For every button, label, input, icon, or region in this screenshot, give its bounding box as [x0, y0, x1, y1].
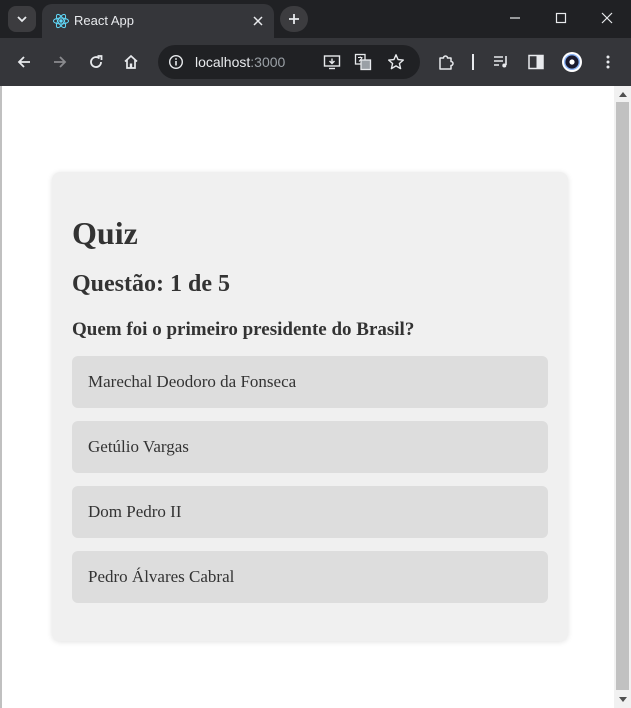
- reload-icon: [90, 55, 103, 68]
- more-vertical-icon: [606, 55, 610, 69]
- info-icon: [168, 54, 184, 70]
- forward-button[interactable]: [46, 48, 74, 76]
- question-counter: Questão: 1 de 5: [72, 271, 230, 297]
- translate-icon: [354, 53, 372, 71]
- answer-option[interactable]: Marechal Deodoro da Fonseca: [72, 356, 548, 408]
- quiz-card: Quiz Questão: 1 de 5 Quem foi o primeiro…: [52, 172, 568, 641]
- profile-avatar-icon: [562, 52, 582, 72]
- browser-tab[interactable]: React App: [42, 4, 274, 38]
- arrow-right-icon: [54, 56, 67, 68]
- reading-list-button[interactable]: [487, 48, 515, 76]
- url-host: localhost: [195, 54, 251, 70]
- minimize-icon: [510, 17, 520, 19]
- maximize-icon: [555, 12, 567, 24]
- new-tab-button[interactable]: [280, 6, 308, 32]
- chevron-down-icon: [17, 16, 27, 23]
- scroll-up-button[interactable]: [614, 86, 631, 102]
- bookmark-button[interactable]: [384, 50, 408, 74]
- back-button[interactable]: [10, 48, 38, 76]
- vertical-scrollbar[interactable]: [614, 86, 631, 708]
- react-logo-icon: [53, 13, 69, 29]
- question-text: Quem foi o primeiro presidente do Brasil…: [72, 319, 415, 340]
- minimize-button[interactable]: [492, 4, 538, 32]
- home-icon: [124, 54, 138, 69]
- url-port: :3000: [250, 54, 286, 70]
- browser-toolbar: localhost:3000: [0, 38, 631, 86]
- maximize-button[interactable]: [538, 4, 584, 32]
- media-queue-icon: [494, 56, 507, 68]
- arrow-left-icon: [17, 56, 30, 68]
- install-app-icon: [323, 55, 341, 70]
- site-info-button[interactable]: [164, 50, 188, 74]
- home-button[interactable]: [117, 48, 145, 76]
- address-bar[interactable]: localhost:3000: [158, 45, 420, 79]
- triangle-up-icon: [618, 92, 627, 97]
- tab-title: React App: [74, 13, 134, 28]
- answer-option[interactable]: Getúlio Vargas: [72, 421, 548, 473]
- translate-button[interactable]: [351, 50, 375, 74]
- plus-icon: [289, 14, 299, 24]
- side-panel-icon: [528, 54, 544, 70]
- scrollbar-thumb[interactable]: [616, 102, 629, 690]
- reload-button[interactable]: [82, 48, 110, 76]
- side-panel-button[interactable]: [522, 48, 550, 76]
- page-viewport: Quiz Questão: 1 de 5 Quem foi o primeiro…: [2, 86, 614, 708]
- toolbar-divider: [472, 54, 474, 70]
- install-app-button[interactable]: [320, 50, 344, 74]
- puzzle-icon: [439, 55, 454, 70]
- tab-close-button[interactable]: [248, 11, 268, 31]
- triangle-down-icon: [618, 697, 627, 702]
- profile-button[interactable]: [558, 48, 586, 76]
- menu-button[interactable]: [594, 48, 622, 76]
- close-icon: [253, 16, 263, 26]
- scroll-down-button[interactable]: [614, 692, 631, 708]
- url-text: localhost:3000: [195, 53, 285, 71]
- answer-option[interactable]: Dom Pedro II: [72, 486, 548, 538]
- quiz-title: Quiz: [72, 215, 138, 251]
- close-icon: [601, 12, 613, 24]
- answer-option[interactable]: Pedro Álvares Cabral: [72, 551, 548, 603]
- tab-search-button[interactable]: [8, 6, 36, 32]
- close-window-button[interactable]: [584, 4, 630, 32]
- star-icon: [388, 54, 404, 70]
- browser-title-bar: React App: [0, 0, 631, 38]
- extensions-button[interactable]: [432, 48, 460, 76]
